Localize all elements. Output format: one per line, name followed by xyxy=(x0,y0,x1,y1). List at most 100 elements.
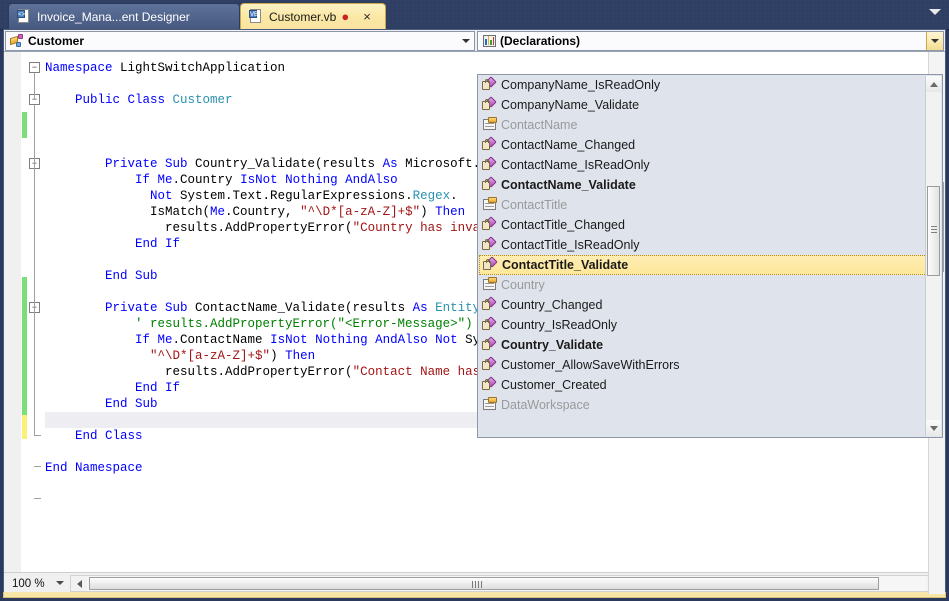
member-list-item-label: ContactName xyxy=(501,118,578,132)
private-method-icon xyxy=(482,176,498,193)
outlining-guide-line xyxy=(34,313,35,435)
outlining-end-tick xyxy=(34,498,41,499)
member-list-item[interactable]: ContactTitle_Changed xyxy=(478,215,942,235)
scroll-down-arrow-icon[interactable] xyxy=(926,420,941,436)
code-token: results.AddPropertyError( xyxy=(45,365,353,379)
zoom-level-value: 100 % xyxy=(12,577,45,590)
private-method-icon xyxy=(482,216,498,233)
code-token: LightSwitchApplication xyxy=(120,61,286,75)
member-list-item[interactable]: Country_Changed xyxy=(478,295,942,315)
member-list-item[interactable]: ContactName_IsReadOnly xyxy=(478,155,942,175)
member-list-scrollbar[interactable] xyxy=(925,76,941,436)
code-token: End Sub xyxy=(105,397,158,411)
member-list-item[interactable]: Country xyxy=(478,275,942,295)
property-icon xyxy=(482,117,498,133)
private-method-icon xyxy=(482,156,498,173)
type-combo-value: Customer xyxy=(28,34,85,48)
tab-invoice-designer[interactable]: <> Invoice_Mana...ent Designer xyxy=(8,3,240,29)
member-list-item[interactable]: Country_Validate xyxy=(478,335,942,355)
editor-status-bar: 100 % xyxy=(4,572,945,594)
code-token: Then xyxy=(285,349,316,363)
indicator-margin xyxy=(4,52,22,594)
outlining-guide-line xyxy=(34,73,35,99)
member-list-item[interactable]: CompanyName_Validate xyxy=(478,95,942,115)
member-combo-value: (Declarations) xyxy=(500,34,581,48)
code-token: End If xyxy=(135,381,181,395)
code-token: ) xyxy=(420,205,436,219)
code-token: End Namespace xyxy=(45,461,143,475)
member-dropdown-list[interactable]: CompanyName_IsReadOnly CompanyName_Valida… xyxy=(477,74,943,438)
member-list-item[interactable]: ContactName_Changed xyxy=(478,135,942,155)
member-list-item-label: ContactTitle_Changed xyxy=(501,218,625,232)
code-token: Then xyxy=(435,205,466,219)
code-token: .ContactName xyxy=(172,333,271,347)
code-token: As xyxy=(412,301,436,315)
member-list-item[interactable]: Customer_Created xyxy=(478,375,942,395)
private-method-icon xyxy=(482,96,498,113)
scrollbar-thumb[interactable] xyxy=(927,186,940,276)
scroll-up-arrow-icon[interactable] xyxy=(926,76,941,92)
outlining-margin[interactable]: −−−− xyxy=(27,52,45,594)
member-list-item[interactable]: ContactTitle_IsReadOnly xyxy=(478,235,942,255)
outlining-end-tick xyxy=(34,435,41,436)
member-list-item[interactable]: ContactTitle_Validate xyxy=(479,255,941,275)
chevron-down-icon[interactable] xyxy=(56,580,64,585)
code-token: .Country xyxy=(172,173,241,187)
member-list-item[interactable]: DataWorkspace xyxy=(478,395,942,415)
member-list-item[interactable]: Country_IsReadOnly xyxy=(478,315,942,335)
chevron-down-icon[interactable] xyxy=(929,9,941,15)
private-method-icon xyxy=(482,316,498,333)
declarations-icon xyxy=(481,33,497,49)
scroll-left-arrow-icon[interactable] xyxy=(71,576,87,591)
member-list-item-label: ContactName_Validate xyxy=(501,178,636,192)
code-token: IsNot Nothing AndAlso xyxy=(240,173,398,187)
chevron-down-icon[interactable] xyxy=(926,32,943,50)
tab-customer-vb[interactable]: VB Customer.vb ● × xyxy=(240,3,386,29)
member-list-item[interactable]: ContactName xyxy=(478,115,942,135)
member-list-item[interactable]: ContactTitle xyxy=(478,195,942,215)
member-list-item[interactable]: ContactName_Validate xyxy=(478,175,942,195)
private-method-icon xyxy=(482,376,498,393)
zoom-level-combo[interactable]: 100 % xyxy=(6,573,70,594)
chevron-down-icon[interactable] xyxy=(458,32,474,50)
close-icon[interactable]: × xyxy=(363,10,371,23)
member-list-item-label: ContactTitle_IsReadOnly xyxy=(501,238,640,252)
code-token: IsMatch( xyxy=(45,205,211,219)
code-token: If xyxy=(135,333,158,347)
property-icon xyxy=(482,397,498,413)
member-list-item-label: ContactTitle xyxy=(501,198,568,212)
member-list-item-label: Country_Changed xyxy=(501,298,603,312)
designer-document-icon: <> xyxy=(17,9,31,24)
code-token: End Class xyxy=(75,429,143,443)
scrollbar-thumb[interactable] xyxy=(89,577,879,590)
private-method-icon xyxy=(482,136,498,153)
member-list-item-label: CompanyName_Validate xyxy=(501,98,640,112)
member-combo-box[interactable]: (Declarations) xyxy=(477,31,944,51)
member-list-item[interactable]: Customer_AllowSaveWithErrors xyxy=(478,355,942,375)
property-icon xyxy=(482,277,498,293)
member-list-item-label: Customer_Created xyxy=(501,378,607,392)
code-editor-pane: Customer (Declarations) −−−− Namespace L… xyxy=(3,29,946,595)
code-token: Public Class xyxy=(75,93,173,107)
editor-horizontal-scrollbar[interactable] xyxy=(70,575,943,592)
member-list-item[interactable]: CompanyName_IsReadOnly xyxy=(478,75,942,95)
tab-label: Customer.vb xyxy=(269,9,337,24)
class-icon xyxy=(9,33,25,49)
member-list-item-label: DataWorkspace xyxy=(501,398,590,412)
code-token: Not xyxy=(150,189,181,203)
type-combo-box[interactable]: Customer xyxy=(5,31,475,51)
private-method-icon xyxy=(482,236,498,253)
outlining-collapse-box[interactable]: − xyxy=(29,62,40,73)
member-list-item-label: Country_IsReadOnly xyxy=(501,318,618,332)
active-document-accent-bar xyxy=(3,592,946,598)
code-token: results.AddPropertyError( xyxy=(45,221,353,235)
